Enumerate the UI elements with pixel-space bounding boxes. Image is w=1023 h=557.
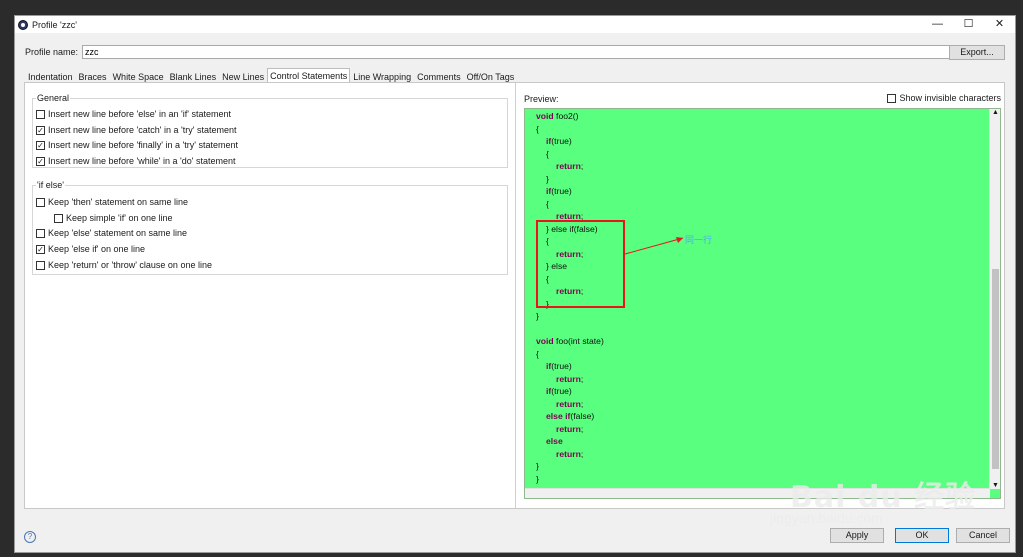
option-label: Keep 'then' statement on same line xyxy=(48,197,189,207)
option-row[interactable]: Keep 'then' statement on same line xyxy=(36,197,188,207)
option-checkbox[interactable] xyxy=(36,260,45,270)
code-line: else if(false) xyxy=(546,411,595,421)
tab-content: General Insert new line before 'else' in… xyxy=(24,82,1005,509)
tab-line-wrapping[interactable]: Line Wrapping xyxy=(350,69,414,83)
option-label: Insert new line before 'else' in an 'if'… xyxy=(48,109,231,119)
code-line: void foo(int state) xyxy=(536,336,604,346)
option-label: Insert new line before 'finally' in a 't… xyxy=(48,140,238,150)
close-button[interactable]: ✕ xyxy=(984,16,1015,33)
scroll-thumb[interactable] xyxy=(992,269,999,469)
tab-comments[interactable]: Comments xyxy=(414,69,464,83)
code-line: { xyxy=(536,348,539,359)
annotation-arrow xyxy=(624,237,684,255)
option-row[interactable]: ✓ Insert new line before 'finally' in a '… xyxy=(36,140,238,150)
show-invisible-label: Show invisible characters xyxy=(899,93,1001,103)
title-bar: Profile 'zzc' — ☐ ✕ xyxy=(15,16,1015,33)
tab-blank-lines[interactable]: Blank Lines xyxy=(167,69,220,83)
preview-pane: Preview: Show invisible characters void … xyxy=(524,83,1005,508)
watermark-url: jingyan.baidu.com xyxy=(770,510,883,526)
option-checkbox[interactable]: ✓ xyxy=(36,244,45,254)
option-row[interactable]: Keep 'else' statement on same line xyxy=(36,228,187,238)
options-pane: General Insert new line before 'else' in… xyxy=(25,83,515,508)
eclipse-icon xyxy=(18,19,28,30)
general-group: General Insert new line before 'else' in… xyxy=(32,93,508,168)
code-line: } xyxy=(536,461,539,471)
option-row[interactable]: ✓ Insert new line before 'catch' in a 'tr… xyxy=(36,125,236,135)
vertical-scrollbar[interactable]: ▲ ▼ xyxy=(989,109,1000,489)
option-label: Keep 'return' or 'throw' clause on one l… xyxy=(48,260,212,270)
help-icon[interactable]: ? xyxy=(24,531,36,543)
baidu-watermark: Bai du 经验 jingyan.baidu.com xyxy=(770,460,1010,530)
option-label: Keep 'else' statement on same line xyxy=(48,228,188,238)
profile-name-input[interactable] xyxy=(82,45,951,59)
minimize-button[interactable]: — xyxy=(922,16,953,33)
if-else-group-title: 'if else' xyxy=(36,180,65,190)
if-else-group: 'if else' Keep 'then' statement on same … xyxy=(32,180,508,275)
export-button[interactable]: Export... xyxy=(949,44,1005,60)
code-line: else xyxy=(546,436,563,446)
code-line: return; xyxy=(556,423,584,434)
option-label: Keep 'else if' on one line xyxy=(48,244,146,254)
code-line: } xyxy=(536,473,539,484)
option-checkbox[interactable]: ✓ xyxy=(36,156,45,166)
cancel-button[interactable]: Cancel xyxy=(956,528,1010,543)
option-label: Insert new line before 'catch' in a 'try… xyxy=(48,125,237,135)
scroll-up-icon[interactable]: ▲ xyxy=(992,109,999,116)
option-row[interactable]: Keep simple 'if' on one line xyxy=(54,213,173,223)
code-line: return; xyxy=(556,448,584,459)
annotation-text: 同一行 xyxy=(685,235,713,245)
option-row[interactable]: ✓ Insert new line before 'while' in a 'do… xyxy=(36,156,235,166)
tab-control-statements[interactable]: Control Statements xyxy=(267,68,351,83)
pane-divider[interactable] xyxy=(515,83,516,508)
option-label: Insert new line before 'while' in a 'do'… xyxy=(48,156,236,166)
code-line: if(true) xyxy=(546,386,572,396)
code-preview[interactable]: void foo2(){if(true){return;} if(true){re… xyxy=(524,108,1001,499)
code-line: return; xyxy=(556,398,584,409)
code-line: } xyxy=(536,311,539,321)
option-row[interactable]: Insert new line before 'else' in an 'if'… xyxy=(36,109,231,119)
tab-bar: Indentation Braces White Space Blank Lines N… xyxy=(25,68,517,83)
tab-indentation[interactable]: Indentation xyxy=(25,69,76,83)
apply-button[interactable]: Apply xyxy=(830,528,884,543)
window-title: Profile 'zzc' xyxy=(32,19,77,30)
preview-label: Preview: xyxy=(524,94,559,104)
show-invisible-checkbox[interactable] xyxy=(887,93,897,103)
option-row[interactable]: ✓ Keep 'else if' on one line xyxy=(36,244,145,254)
option-checkbox[interactable] xyxy=(36,197,45,207)
option-checkbox[interactable]: ✓ xyxy=(36,125,45,135)
option-row[interactable]: Keep 'return' or 'throw' clause on one l… xyxy=(36,260,212,270)
option-label: Keep simple 'if' on one line xyxy=(66,213,173,223)
ok-button[interactable]: OK xyxy=(895,528,949,543)
option-checkbox[interactable] xyxy=(54,213,63,223)
tab-off-on-tags[interactable]: Off/On Tags xyxy=(464,69,518,83)
code-line: if(true) xyxy=(546,361,572,371)
tab-braces[interactable]: Braces xyxy=(76,69,110,83)
tab-new-lines[interactable]: New Lines xyxy=(219,69,267,83)
general-group-title: General xyxy=(36,93,71,103)
tab-white-space[interactable]: White Space xyxy=(110,69,167,83)
code-line: return; xyxy=(556,373,584,384)
option-checkbox[interactable] xyxy=(36,228,45,238)
option-checkbox[interactable]: ✓ xyxy=(36,140,45,150)
option-checkbox[interactable] xyxy=(36,109,45,119)
show-invisible-option[interactable]: Show invisible characters xyxy=(887,93,1001,103)
maximize-button[interactable]: ☐ xyxy=(953,16,984,33)
profile-name-label: Profile name: xyxy=(25,47,79,57)
